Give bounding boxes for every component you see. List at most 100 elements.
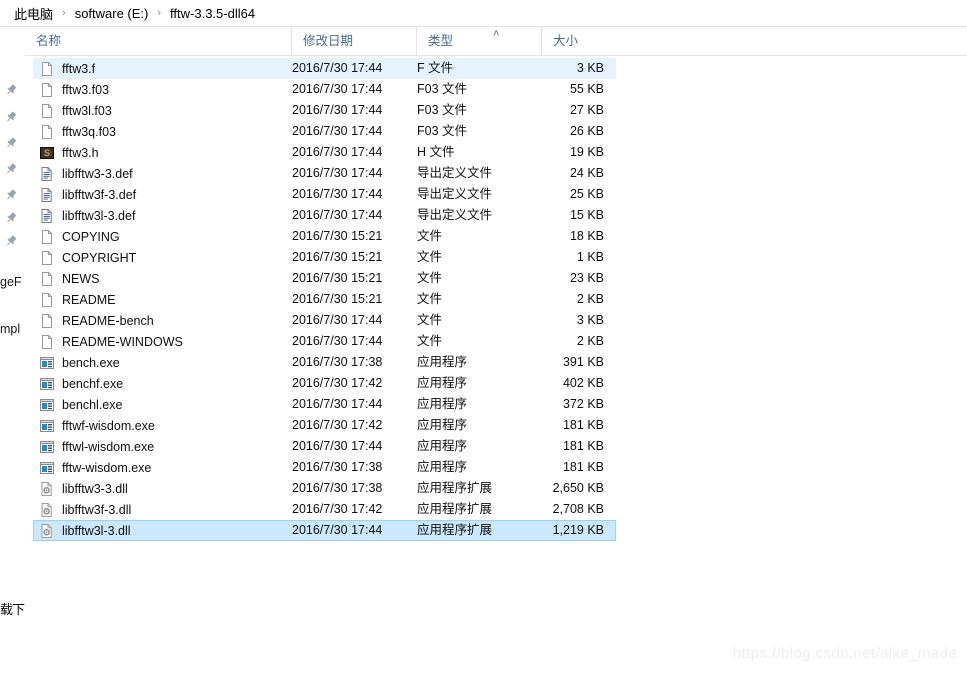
file-row[interactable]: fftwf-wisdom.exe 2016/7/30 17:42 应用程序 181 K… [33,415,616,436]
file-name-label: fftw3.f03 [62,82,110,97]
file-row[interactable]: libfftw3l-3.def 2016/7/30 17:44 导出定义文件 15 K… [33,205,616,226]
pin-icon[interactable] [4,234,18,248]
file-date-cell: 2016/7/30 17:44 [292,334,383,348]
file-row[interactable]: bench.exe 2016/7/30 17:38 应用程序 391 KB [33,352,616,373]
file-row[interactable]: README-WINDOWS 2016/7/30 17:44 文件 2 KB [33,331,616,352]
pin-icon[interactable] [4,136,18,150]
file-name-label: README [62,292,116,307]
file-name-label: fftw3l.f03 [62,103,112,118]
file-row[interactable]: libfftw3-3.dll 2016/7/30 17:38 应用程序扩展 2,650… [33,478,616,499]
file-date-cell: 2016/7/30 17:38 [292,481,383,495]
file-size-cell: 24 KB [569,166,604,180]
column-header-type[interactable]: 类型 ˄ [416,27,541,55]
file-name-cell[interactable]: fftw3l.f03 [39,101,112,120]
file-name-cell[interactable]: fftwl-wisdom.exe [39,437,154,456]
file-name-cell[interactable]: fftwf-wisdom.exe [39,416,155,435]
file-name-cell[interactable]: libfftw3-3.dll [39,479,128,498]
file-name-label: README-WINDOWS [62,334,183,349]
blank-document-icon [39,271,55,287]
file-type-cell: 文件 [417,250,443,264]
file-date-cell: 2016/7/30 17:44 [292,103,383,117]
file-row[interactable]: fftw3.f 2016/7/30 17:44 F 文件 3 KB [33,58,616,79]
file-type-cell: 应用程序 [417,355,468,369]
file-date-cell: 2016/7/30 17:42 [292,418,383,432]
file-row[interactable]: fftw3q.f03 2016/7/30 17:44 F03 文件 26 KB [33,121,616,142]
file-row[interactable]: benchl.exe 2016/7/30 17:44 应用程序 372 KB [33,394,616,415]
file-row[interactable]: fftwl-wisdom.exe 2016/7/30 17:44 应用程序 181 K… [33,436,616,457]
file-name-label: fftw3.f [62,61,96,76]
file-name-cell[interactable]: COPYRIGHT [39,248,136,267]
file-size-cell: 2 KB [576,334,604,348]
file-size-cell: 2,708 KB [552,502,604,516]
file-row[interactable]: libfftw3-3.def 2016/7/30 17:44 导出定义文件 24 KB [33,163,616,184]
pin-icon[interactable] [4,211,18,225]
file-name-cell[interactable]: benchf.exe [39,374,123,393]
file-size-cell: 19 KB [569,145,604,159]
file-list[interactable]: fftw3.f 2016/7/30 17:44 F 文件 3 KB fftw3.f03 2… [25,56,967,541]
background-text-fragment: 载下 [0,602,25,617]
file-name-cell[interactable]: libfftw3l-3.def [39,206,135,225]
breadcrumb[interactable]: 此电脑 › software (E:) › fftw-3.3.5-dll64 [0,0,967,27]
file-date-cell: 2016/7/30 15:21 [292,271,383,285]
breadcrumb-item-this-pc[interactable]: 此电脑 [14,4,53,23]
application-icon [39,439,55,455]
file-row[interactable]: Sfftw3.h 2016/7/30 17:44 H 文件 19 KB [33,142,616,163]
file-date-cell: 2016/7/30 15:21 [292,292,383,306]
blank-document-icon [39,103,55,119]
blank-document-icon [39,250,55,266]
file-name-cell[interactable]: Sfftw3.h [39,143,99,162]
file-name-label: fftw3q.f03 [62,124,116,139]
file-name-cell[interactable]: libfftw3-3.def [39,164,133,183]
file-type-cell: H 文件 [417,145,455,159]
file-name-cell[interactable]: fftw3.f03 [39,80,109,99]
file-size-cell: 391 KB [562,355,604,369]
breadcrumb-item-fftw-folder[interactable]: fftw-3.3.5-dll64 [170,6,255,21]
file-row[interactable]: benchf.exe 2016/7/30 17:42 应用程序 402 KB [33,373,616,394]
file-row[interactable]: libfftw3l-3.dll 2016/7/30 17:44 应用程序扩展 1,21… [33,520,616,541]
file-name-label: libfftw3l-3.dll [62,523,131,538]
pin-icon[interactable] [4,110,18,124]
file-name-cell[interactable]: libfftw3l-3.dll [39,521,131,540]
column-header-date-modified[interactable]: 修改日期 [291,27,416,55]
breadcrumb-item-software-e[interactable]: software (E:) [75,6,149,21]
file-type-cell: 应用程序 [417,397,468,411]
pin-icon[interactable] [4,162,18,176]
file-row[interactable]: libfftw3f-3.dll 2016/7/30 17:42 应用程序扩展 2,70… [33,499,616,520]
file-row[interactable]: fftw3.f03 2016/7/30 17:44 F03 文件 55 KB [33,79,616,100]
file-name-cell[interactable]: fftw-wisdom.exe [39,458,151,477]
file-row[interactable]: COPYRIGHT 2016/7/30 15:21 文件 1 KB [33,247,616,268]
file-row[interactable]: NEWS 2016/7/30 15:21 文件 23 KB [33,268,616,289]
file-name-cell[interactable]: bench.exe [39,353,120,372]
file-date-cell: 2016/7/30 17:44 [292,313,383,327]
file-row[interactable]: COPYING 2016/7/30 15:21 文件 18 KB [33,226,616,247]
file-type-cell: F03 文件 [417,124,468,138]
file-row[interactable]: libfftw3f-3.def 2016/7/30 17:44 导出定义文件 25 K… [33,184,616,205]
file-name-cell[interactable]: fftw3.f [39,59,95,78]
file-row[interactable]: fftw-wisdom.exe 2016/7/30 17:38 应用程序 181 KB [33,457,616,478]
file-type-cell: 应用程序 [417,460,468,474]
file-name-cell[interactable]: NEWS [39,269,100,288]
file-name-cell[interactable]: benchl.exe [39,395,122,414]
column-header-size[interactable]: 大小 [541,27,625,55]
file-name-cell[interactable]: README-WINDOWS [39,332,183,351]
column-header-name[interactable]: 名称 [25,27,291,55]
file-size-cell: 27 KB [569,103,604,117]
pin-icon[interactable] [4,83,18,97]
breadcrumb-separator-icon: › [62,7,66,19]
blank-document-icon [39,124,55,140]
file-name-cell[interactable]: libfftw3f-3.dll [39,500,131,519]
file-row[interactable]: fftw3l.f03 2016/7/30 17:44 F03 文件 27 KB [33,100,616,121]
file-name-cell[interactable]: README [39,290,115,309]
file-type-cell: 文件 [417,229,443,243]
file-name-cell[interactable]: libfftw3f-3.def [39,185,136,204]
pin-icon[interactable] [4,188,18,202]
file-name-label: benchf.exe [62,376,124,391]
file-name-cell[interactable]: COPYING [39,227,120,246]
file-type-cell: F03 文件 [417,103,468,117]
background-text-fragment: geF [0,275,22,289]
file-name-cell[interactable]: README-bench [39,311,154,330]
file-name-cell[interactable]: fftw3q.f03 [39,122,116,141]
file-name-label: libfftw3-3.dll [62,481,128,496]
file-row[interactable]: README 2016/7/30 15:21 文件 2 KB [33,289,616,310]
file-row[interactable]: README-bench 2016/7/30 17:44 文件 3 KB [33,310,616,331]
